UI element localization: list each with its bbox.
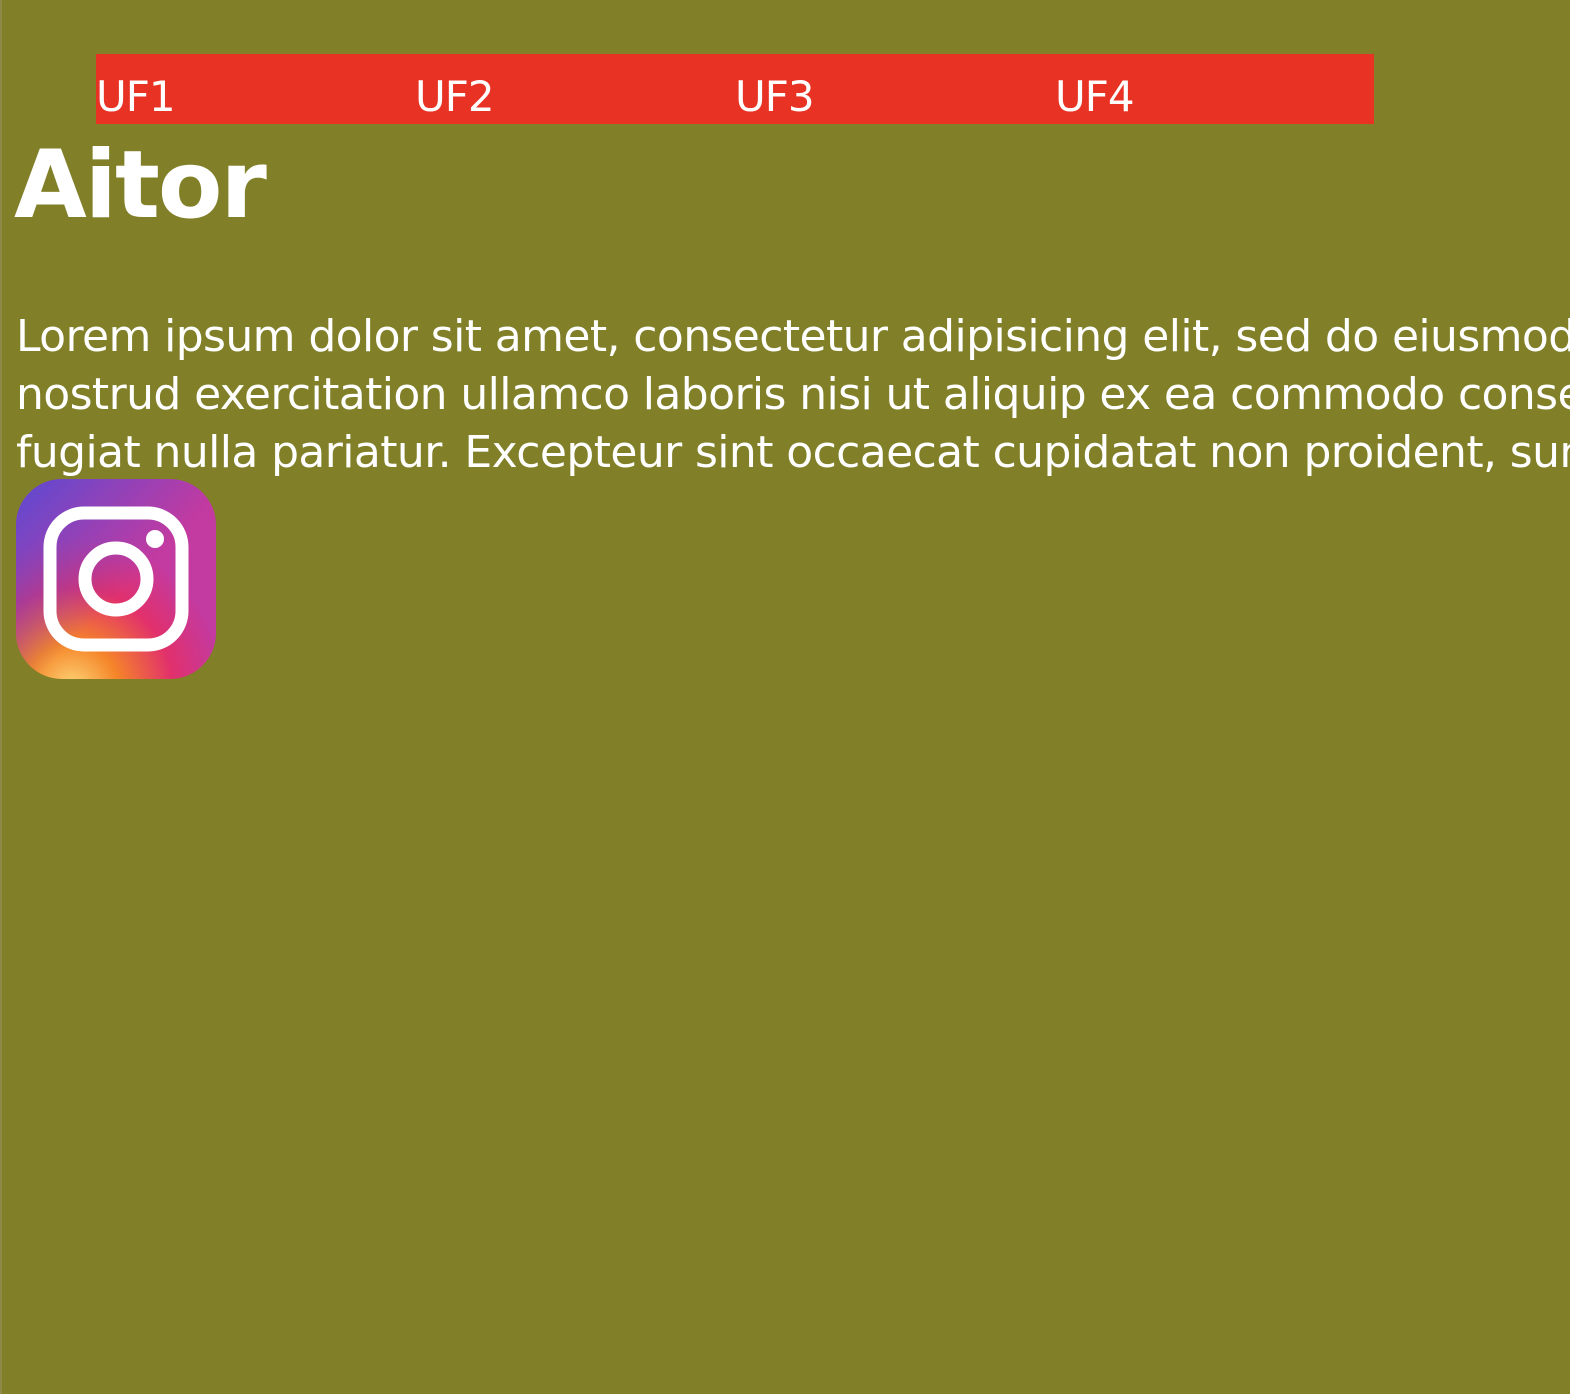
instagram-link[interactable] (16, 479, 216, 679)
page-title: Aitor (14, 131, 267, 240)
nav-link-uf1[interactable]: UF1 (96, 72, 176, 122)
paragraph-line-1: Lorem ipsum dolor sit amet, consectetur … (16, 311, 1570, 362)
instagram-icon (16, 479, 216, 679)
body-paragraph: Lorem ipsum dolor sit amet, consectetur … (16, 308, 1570, 482)
paragraph-line-2: nostrud exercitation ullamco laboris nis… (16, 369, 1570, 420)
page-left-border (0, 0, 2, 1394)
nav-link-uf3[interactable]: UF3 (735, 72, 815, 122)
paragraph-line-3: fugiat nulla pariatur. Excepteur sint oc… (16, 427, 1570, 478)
top-navigation-bar: UF1 UF2 UF3 UF4 (96, 54, 1374, 124)
nav-link-uf2[interactable]: UF2 (415, 72, 495, 122)
nav-link-uf4[interactable]: UF4 (1055, 72, 1135, 122)
